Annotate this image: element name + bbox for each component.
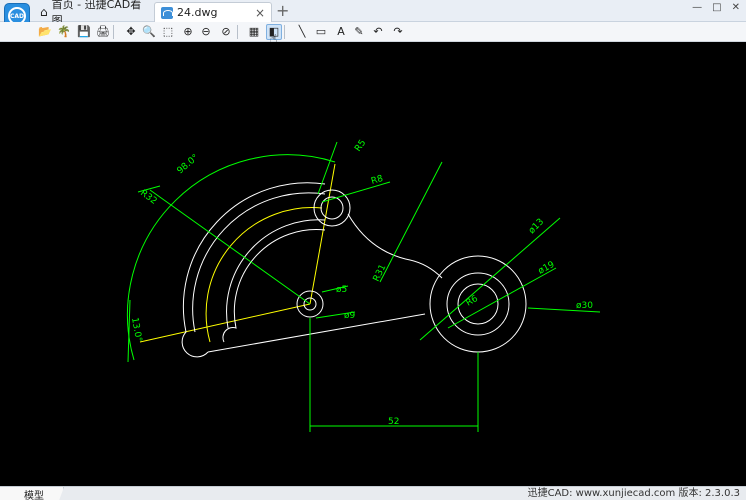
- zoom-realtime-icon: 🔍: [142, 25, 156, 38]
- zoom-extents-button[interactable]: ⊘: [218, 24, 234, 40]
- tab-close-icon[interactable]: ×: [255, 6, 265, 20]
- tab-file-label: 24.dwg: [177, 6, 218, 19]
- toolbar: 📂 🌴 💾 🖨 ✥ 🔍 ⬚ ⊕ ⊖ ⊘ ▦ ◧ ╲ ▭ A ✎ ↶ ↷: [0, 22, 746, 42]
- print-button[interactable]: 🖨: [95, 24, 111, 40]
- measure-line-button[interactable]: ╲: [294, 24, 310, 40]
- rectangle-icon: ▭: [315, 25, 327, 38]
- zoom-window-button[interactable]: ⬚: [160, 24, 176, 40]
- eraser-icon: ✎: [354, 25, 364, 38]
- save-icon: 💾: [77, 25, 91, 38]
- minimize-button[interactable]: —: [692, 2, 702, 13]
- dim-length-52: 52: [388, 417, 399, 427]
- redo-icon: ↷: [393, 25, 403, 38]
- pan-icon: ✥: [126, 25, 136, 38]
- text-button[interactable]: A: [333, 24, 349, 40]
- dim-r32: R32: [138, 188, 158, 207]
- open-button[interactable]: 📂: [37, 24, 53, 40]
- zoom-realtime-button[interactable]: 🔍: [141, 24, 157, 40]
- toolbar-separator: [113, 25, 114, 39]
- palm-icon: 🌴: [57, 25, 71, 38]
- cad-drawing: 98.0° R32 R5 R8 R31 ø5 ø9 ø13 ø19 ø30 R6…: [127, 138, 601, 432]
- dim-angle-13: 13.0°: [129, 317, 143, 343]
- app-logo-text: CAD: [9, 12, 25, 20]
- maximize-button[interactable]: □: [712, 2, 721, 13]
- redo-button[interactable]: ↷: [390, 24, 406, 40]
- dim-angle-98: 98.0°: [176, 153, 201, 176]
- undo-icon: ↶: [373, 25, 383, 38]
- dim-d13: ø13: [527, 217, 546, 236]
- tab-bar: CAD ⌂ 首页 - 迅捷CAD看图 24.dwg × + — □ ✕: [0, 0, 746, 29]
- status-bar: 模型 迅捷CAD: www.xunjiecad.com 版本: 2.3.0.3: [0, 486, 746, 500]
- undo-button[interactable]: ↶: [370, 24, 386, 40]
- centerlines: [139, 163, 336, 343]
- dim-d30: ø30: [576, 301, 593, 311]
- zoom-out-icon: ⊖: [201, 25, 211, 38]
- layers-icon: ▦: [248, 25, 260, 38]
- toolbar-separator: [237, 25, 238, 39]
- layers-button[interactable]: ▦: [246, 24, 262, 40]
- close-button[interactable]: ✕: [732, 2, 740, 13]
- print-icon: 🖨: [96, 25, 110, 38]
- zoom-out-button[interactable]: ⊖: [198, 24, 214, 40]
- drawing-canvas[interactable]: 98.0° R32 R5 R8 R31 ø5 ø9 ø13 ø19 ø30 R6…: [0, 42, 746, 486]
- model-tab[interactable]: 模型: [0, 487, 64, 500]
- zoom-extents-icon: ⊘: [221, 25, 231, 38]
- dim-d19: ø19: [537, 260, 557, 277]
- status-text: 迅捷CAD: www.xunjiecad.com 版本: 2.3.0.3: [527, 488, 740, 499]
- eraser-button[interactable]: ✎: [351, 24, 367, 40]
- tab-file[interactable]: 24.dwg ×: [154, 2, 272, 22]
- rectangle-button[interactable]: ▭: [313, 24, 329, 40]
- dim-r6: R6: [465, 294, 481, 309]
- dim-d5: ø5: [336, 285, 347, 295]
- home-icon: ⌂: [40, 5, 48, 19]
- zoom-in-button[interactable]: ⊕: [180, 24, 196, 40]
- part-outline: [181, 182, 527, 358]
- text-icon: A: [337, 25, 345, 38]
- palm-button[interactable]: 🌴: [56, 24, 72, 40]
- pan-button[interactable]: ✥: [123, 24, 139, 40]
- dim-r8: R8: [370, 174, 385, 187]
- zoom-in-icon: ⊕: [183, 25, 193, 38]
- window-controls: — □ ✕: [692, 2, 740, 13]
- dim-r31: R31: [372, 263, 389, 283]
- dim-r5: R5: [353, 138, 368, 154]
- dwg-file-icon: [161, 6, 173, 19]
- new-tab-button[interactable]: +: [276, 2, 289, 20]
- dimension-lines: [127, 141, 601, 432]
- save-button[interactable]: 💾: [76, 24, 92, 40]
- dim-d9: ø9: [344, 311, 356, 321]
- open-icon: 📂: [38, 25, 52, 38]
- toolbar-separator: [284, 25, 285, 39]
- measure-line-icon: ╲: [298, 25, 306, 38]
- zoom-window-icon: ⬚: [162, 25, 174, 38]
- tab-home[interactable]: ⌂ 首页 - 迅捷CAD看图: [34, 0, 152, 27]
